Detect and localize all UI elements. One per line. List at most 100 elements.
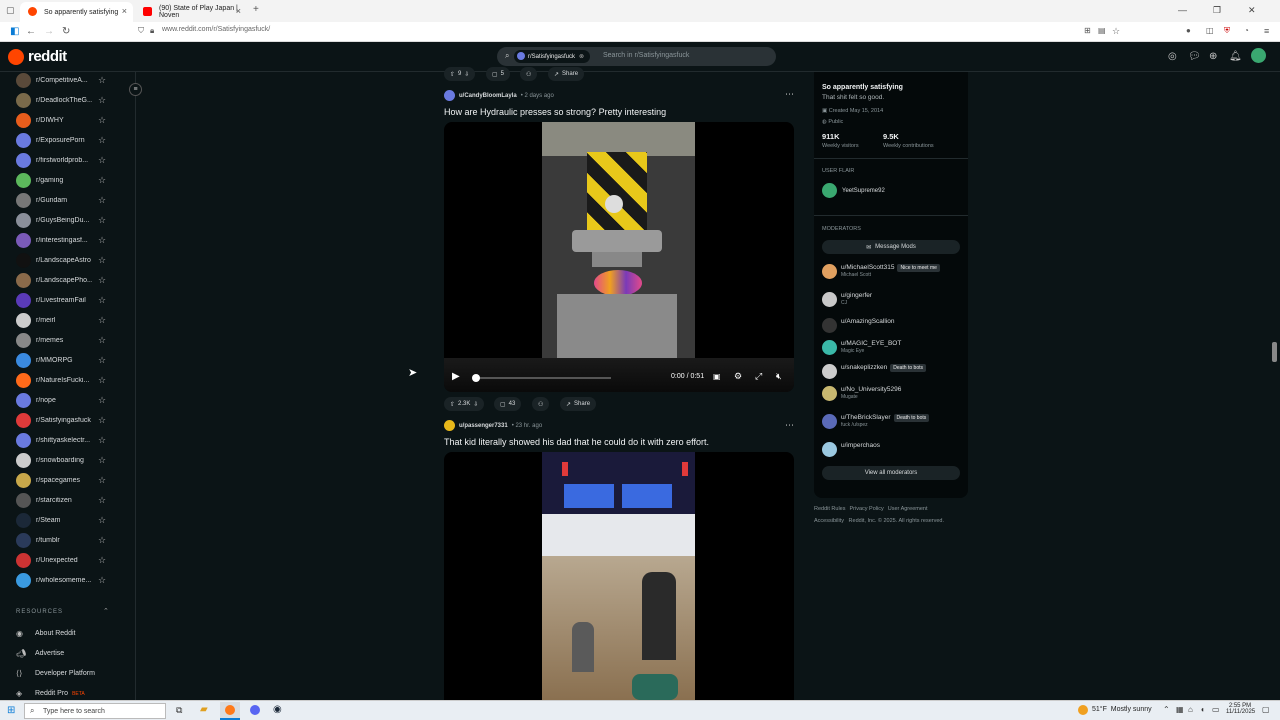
close-tab-icon[interactable]: × [236, 6, 241, 16]
upvote-icon[interactable]: ⇧ [450, 71, 455, 78]
sidebar-community-item[interactable]: r/firstworldprob... ☆ [16, 150, 120, 170]
sidebar-community-item[interactable]: r/starcitizen ☆ [16, 490, 120, 510]
favorite-star-icon[interactable]: ☆ [98, 215, 106, 226]
favorite-star-icon[interactable]: ☆ [98, 175, 106, 186]
favorite-star-icon[interactable]: ☆ [98, 75, 106, 86]
reload-icon[interactable]: ↻ [62, 26, 70, 37]
search-bar[interactable]: ⌕ r/Satisfyingasfuck ⊗ Search in r/Satis… [497, 47, 776, 66]
search-input[interactable]: Search in r/Satisfyingasfuck [603, 52, 689, 59]
sidebar-community-item[interactable]: r/gaming ☆ [16, 170, 120, 190]
resource-item[interactable]: ◈ Reddit Pro BETA [16, 689, 85, 698]
sidebar-community-item[interactable]: r/shittyaskelectr... ☆ [16, 430, 120, 450]
post-title[interactable]: That kid literally showed his dad that h… [444, 437, 709, 447]
favorite-star-icon[interactable]: ☆ [98, 115, 106, 126]
video-player[interactable]: ▶ 0:00 / 0:51 ▣ ⚙ ⤢ 🔇︎ [444, 122, 794, 392]
play-icon[interactable]: ▶ [452, 371, 460, 382]
resource-item[interactable]: ◉ About Reddit [16, 629, 75, 638]
moderator-item[interactable]: u/TheBrickSlayer Death to bots fuck /u/spe… [822, 414, 930, 429]
message-mods-button[interactable]: ✉ Message Mods [822, 240, 960, 254]
video-player[interactable] [444, 452, 794, 700]
favorite-star-icon[interactable]: ☆ [98, 355, 106, 366]
downvote-icon[interactable]: ⇩ [464, 71, 469, 78]
battery-icon[interactable]: ▭ [1212, 705, 1220, 714]
tab-actions-icon[interactable]: ▢ [6, 5, 15, 16]
sidebar-community-item[interactable]: r/GuysBeingDu... ☆ [16, 210, 120, 230]
favorite-star-icon[interactable]: ☆ [98, 315, 106, 326]
pocket-icon[interactable]: ◫ [1206, 26, 1214, 35]
award-button[interactable]: ⚇ [532, 397, 550, 411]
favorite-star-icon[interactable]: ☆ [98, 195, 106, 206]
mute-icon[interactable]: 🔇︎ [776, 371, 782, 382]
sidebar-community-item[interactable]: r/memes ☆ [16, 330, 120, 350]
favorite-star-icon[interactable]: ☆ [98, 535, 106, 546]
bookmark-star-icon[interactable]: ☆ [1112, 26, 1120, 37]
moderator-item[interactable]: u/No_University5296 Mugate [822, 386, 901, 401]
collapse-sidebar-icon[interactable]: ≡ [129, 83, 142, 96]
favorite-star-icon[interactable]: ☆ [98, 415, 106, 426]
sidebar-community-item[interactable]: r/interestingasf... ☆ [16, 230, 120, 250]
privacy-policy-link[interactable]: Privacy Policy [850, 506, 884, 512]
favorite-star-icon[interactable]: ☆ [98, 275, 106, 286]
favorite-star-icon[interactable]: ☆ [98, 475, 106, 486]
post-title[interactable]: How are Hydraulic presses so strong? Pre… [444, 107, 666, 117]
collapse-resources-icon[interactable]: ⌃ [103, 607, 109, 615]
user-flair[interactable]: YeetSupreme92 [822, 183, 885, 198]
favorite-star-icon[interactable]: ☆ [98, 155, 106, 166]
more-options-icon[interactable]: ⋯ [785, 89, 794, 100]
minimize-icon[interactable]: — [1178, 5, 1187, 15]
author-name[interactable]: u/CandyBloomLayla [459, 93, 517, 99]
shield-icon[interactable]: ⛉ [138, 26, 144, 36]
upvote-icon[interactable]: ⇧ [450, 401, 455, 408]
restore-icon[interactable]: ❐ [1213, 5, 1221, 16]
moderator-item[interactable]: u/MAGIC_EYE_BOT Magic Eye [822, 340, 901, 355]
notification-center-icon[interactable]: ▢ [1262, 705, 1270, 714]
moderator-item[interactable]: u/gingerfer CJ [822, 292, 872, 307]
favorite-star-icon[interactable]: ☆ [98, 95, 106, 106]
moderator-item[interactable]: u/AmazingScallion [822, 318, 894, 333]
moderator-item[interactable]: u/snakeplizzken Death to bots [822, 364, 926, 379]
discord-icon[interactable] [250, 705, 260, 715]
translate-icon[interactable]: ⊞ [1084, 26, 1091, 35]
view-all-moderators-button[interactable]: View all moderators [822, 466, 960, 480]
sidebar-community-item[interactable]: r/DIWHY ☆ [16, 110, 120, 130]
downvote-icon[interactable]: ⇩ [473, 401, 478, 408]
tray-app-icon[interactable]: ▦ [1176, 705, 1184, 714]
user-avatar[interactable] [1251, 48, 1266, 63]
reader-icon[interactable]: ▤ [1098, 26, 1106, 35]
sidebar-community-item[interactable]: r/Gundam ☆ [16, 190, 120, 210]
favorite-star-icon[interactable]: ☆ [98, 575, 106, 586]
reddit-rules-link[interactable]: Reddit Rules [814, 506, 846, 512]
favorite-star-icon[interactable]: ☆ [98, 295, 106, 306]
page-scrollbar[interactable] [1272, 342, 1277, 362]
menu-icon[interactable]: ≡ [1264, 26, 1269, 36]
sidebar-toggle-icon[interactable]: ◧ [10, 26, 19, 37]
reddit-logo[interactable]: reddit [8, 48, 67, 65]
favorite-star-icon[interactable]: ☆ [98, 435, 106, 446]
sidebar-community-item[interactable]: r/NatureIsFucki... ☆ [16, 370, 120, 390]
moderator-item[interactable]: u/MichaelScott315 Nice to meet me Michael … [822, 264, 940, 279]
favorite-star-icon[interactable]: ☆ [98, 515, 106, 526]
back-icon[interactable]: ← [26, 26, 36, 37]
share-button[interactable]: ↗ Share [548, 67, 585, 81]
create-post-icon[interactable]: ⊕ [1209, 51, 1217, 62]
forward-icon[interactable]: → [44, 26, 54, 37]
favorite-star-icon[interactable]: ☆ [98, 335, 106, 346]
sidebar-community-item[interactable]: r/ExposurePorn ☆ [16, 130, 120, 150]
author-avatar[interactable] [444, 90, 455, 101]
tab-active[interactable]: So apparently satisfying × [20, 2, 133, 22]
advertise-icon[interactable]: ◎ [1168, 51, 1177, 62]
steam-icon[interactable]: ◉ [273, 704, 282, 715]
favorite-star-icon[interactable]: ☆ [98, 255, 106, 266]
search-community-chip[interactable]: r/Satisfyingasfuck ⊗ [514, 50, 591, 63]
tab-youtube[interactable]: (90) State of Play Japan | Noven × [135, 2, 247, 22]
favorite-star-icon[interactable]: ☆ [98, 455, 106, 466]
sidebar-community-item[interactable]: r/spacegames ☆ [16, 470, 120, 490]
remove-chip-icon[interactable]: ⊗ [579, 53, 584, 60]
sidebar-community-item[interactable]: r/nope ☆ [16, 390, 120, 410]
taskbar-search[interactable]: ⌕ Type here to search [24, 703, 166, 719]
favorite-star-icon[interactable]: ☆ [98, 495, 106, 506]
favorite-star-icon[interactable]: ☆ [98, 135, 106, 146]
comments-button[interactable]: ▢ 5 [486, 67, 511, 81]
moderator-item[interactable]: u/imperchaos [822, 442, 880, 457]
sidebar-community-item[interactable]: r/LivestreamFail ☆ [16, 290, 120, 310]
